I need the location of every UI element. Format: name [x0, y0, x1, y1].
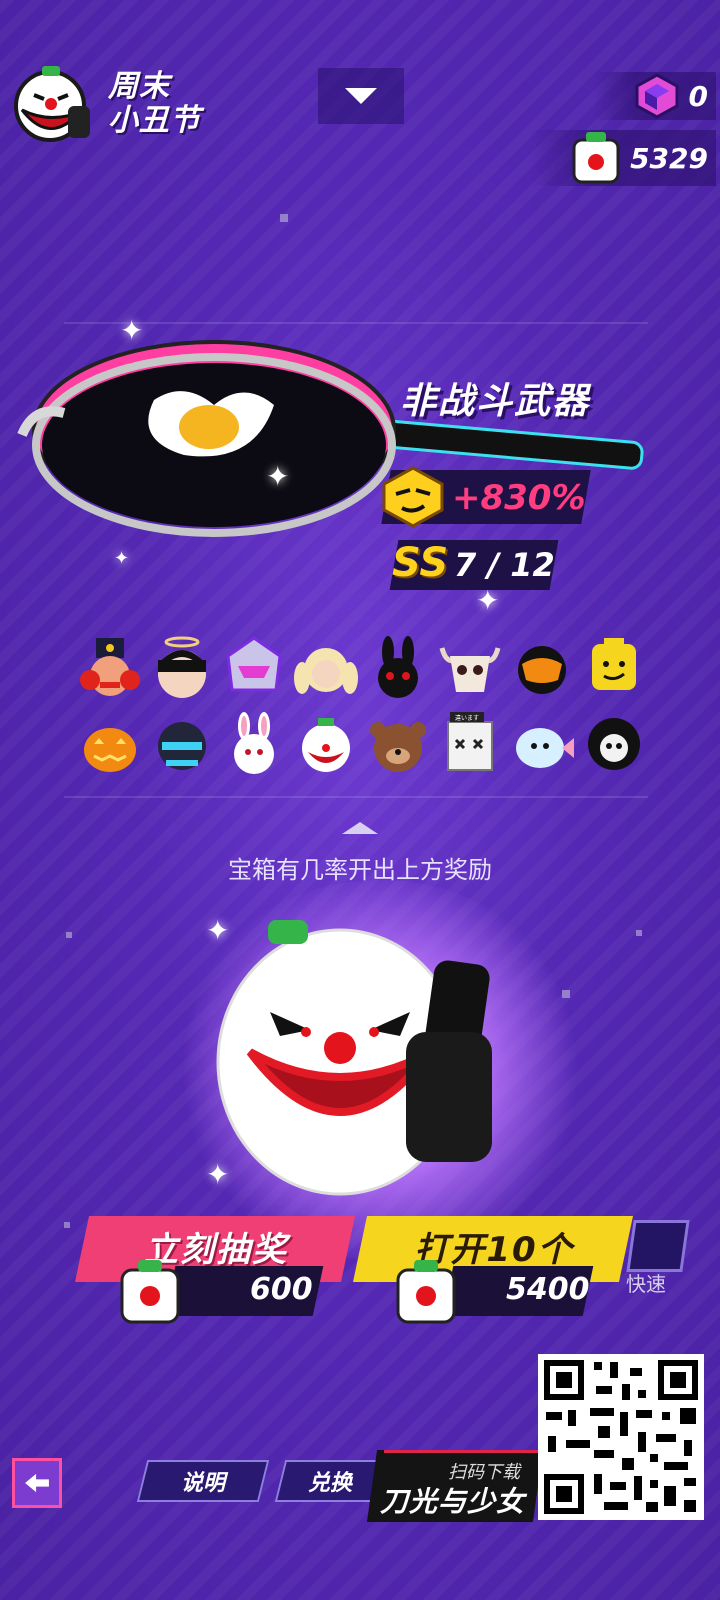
- promo-title: 刀光与少女: [380, 1485, 526, 1518]
- reward-note: 宝箱有几率开出上方奖励: [228, 856, 492, 884]
- tab-exchange-label: 兑换: [307, 1471, 352, 1496]
- chevron-down-icon: [345, 88, 377, 104]
- rank-tier: SS: [392, 540, 449, 586]
- decor-square: [64, 1222, 70, 1228]
- decor-square: [66, 932, 72, 938]
- block-figure-head-icon[interactable]: [578, 632, 650, 704]
- sparkle-icon: ✦: [120, 314, 144, 347]
- quick-label: 快速: [626, 1272, 666, 1296]
- box-head-icon[interactable]: 違います: [434, 708, 506, 780]
- back-button[interactable]: [12, 1458, 62, 1508]
- promo-accent: [384, 1450, 538, 1453]
- skull-hood-icon[interactable]: [578, 708, 650, 780]
- clown-mask-icon[interactable]: [10, 62, 96, 148]
- event-dropdown-button[interactable]: [318, 68, 404, 124]
- gem-currency: 0: [592, 72, 716, 120]
- draw-once-cost: 600: [250, 1272, 313, 1307]
- yellow-face-icon: [380, 466, 446, 528]
- decor-square: [280, 214, 288, 222]
- divider: [64, 796, 648, 798]
- event-title: 周末 小丑节: [108, 69, 201, 138]
- halo-hair-icon[interactable]: [146, 632, 218, 704]
- sparkle-icon: ✦: [266, 460, 290, 493]
- back-arrow-icon: [25, 1473, 49, 1493]
- mecha-helmet-icon[interactable]: [218, 632, 290, 704]
- quick-toggle[interactable]: [626, 1220, 690, 1272]
- draw-ten-cost: 5400: [506, 1272, 590, 1307]
- clown-chest-icon[interactable]: [210, 912, 520, 1202]
- clown-token-icon: [394, 1258, 458, 1326]
- sparkle-icon: ✦: [114, 548, 130, 569]
- tab-exchange[interactable]: 兑换: [274, 1460, 386, 1502]
- weapon-type-label: 非战斗武器: [400, 381, 591, 422]
- nutcracker-mask-icon[interactable]: [74, 632, 146, 704]
- black-rabbit-mask-icon[interactable]: [362, 632, 434, 704]
- pumpkin-head-icon[interactable]: [74, 708, 146, 780]
- bunny-head-icon[interactable]: [218, 708, 290, 780]
- rank-count: 7 / 12: [454, 546, 555, 584]
- bear-head-icon[interactable]: [362, 708, 434, 780]
- qr-code-icon[interactable]: [538, 1354, 704, 1520]
- reward-grid: 違います: [74, 632, 650, 780]
- horned-skull-mask-icon[interactable]: [434, 632, 506, 704]
- blonde-pigtails-icon[interactable]: [290, 632, 362, 704]
- clown-head-icon[interactable]: [290, 708, 362, 780]
- knight-helmet-icon[interactable]: [146, 708, 218, 780]
- boost-value: +830%: [452, 478, 586, 518]
- collapse-arrow-icon[interactable]: [342, 822, 378, 834]
- tab-info-label: 说明: [180, 1471, 225, 1496]
- tab-info[interactable]: 说明: [136, 1460, 270, 1502]
- decor-square: [636, 930, 642, 936]
- clown-token-icon: [118, 1258, 182, 1326]
- gem-count: 0: [688, 79, 708, 113]
- box-label: 違います: [455, 714, 479, 722]
- purple-gem-icon: [635, 73, 679, 119]
- token-currency: 5329: [530, 130, 716, 186]
- decor-square: [562, 990, 570, 998]
- clown-token-icon: [572, 132, 620, 184]
- divider: [64, 322, 648, 324]
- fish-head-icon[interactable]: [506, 708, 578, 780]
- visor-helmet-icon[interactable]: [506, 632, 578, 704]
- token-count: 5329: [630, 141, 708, 175]
